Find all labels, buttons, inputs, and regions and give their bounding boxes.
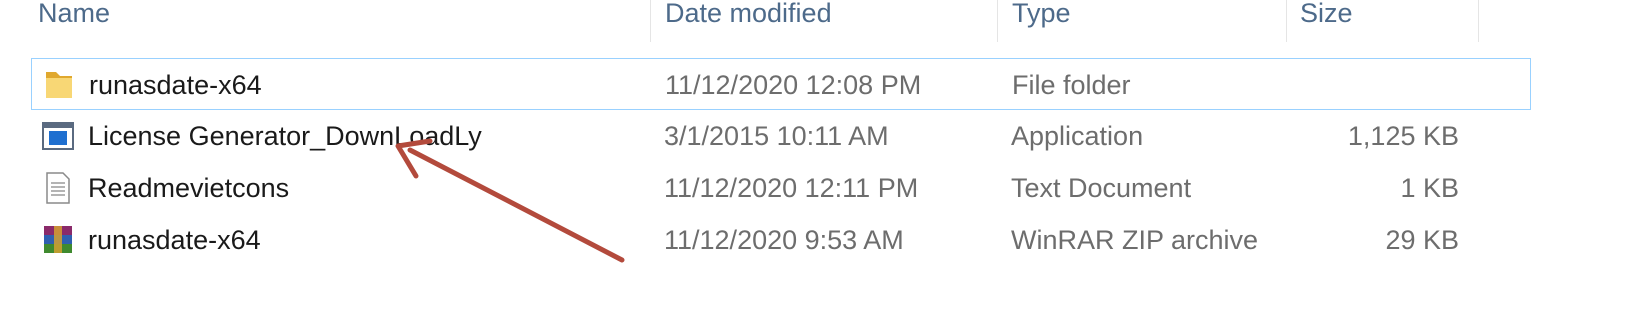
file-row[interactable]: License Generator_DownLoadLy 3/1/2015 10… [31, 110, 1531, 162]
file-type: WinRAR ZIP archive [1011, 225, 1259, 255]
file-size [1258, 59, 1458, 111]
application-icon [42, 122, 74, 150]
file-date-modified: 11/12/2020 9:53 AM [664, 225, 904, 255]
file-name: runasdate-x64 [88, 225, 261, 255]
column-header-bar: Name Date modified Type Size [0, 0, 1540, 42]
file-name: License Generator_DownLoadLy [88, 121, 482, 151]
file-size: 1 KB [1400, 173, 1459, 203]
file-date-modified: 11/12/2020 12:11 PM [664, 173, 919, 203]
file-type: File folder [1012, 70, 1131, 100]
column-header-name[interactable]: Name [38, 0, 110, 30]
file-date-modified: 11/12/2020 12:08 PM [665, 70, 922, 100]
file-row[interactable]: runasdate-x64 11/12/2020 9:53 AM WinRAR … [31, 214, 1531, 266]
column-header-type[interactable]: Type [1012, 0, 1071, 30]
column-divider[interactable] [997, 0, 998, 42]
file-size: 29 KB [1385, 225, 1459, 255]
column-divider[interactable] [1286, 0, 1287, 42]
winrar-archive-icon [44, 226, 72, 253]
file-type: Application [1011, 121, 1144, 151]
column-header-date-modified[interactable]: Date modified [665, 0, 832, 30]
file-date-modified: 3/1/2015 10:11 AM [664, 121, 889, 151]
folder-icon [46, 72, 72, 98]
file-size: 1,125 KB [1347, 121, 1459, 151]
file-name: Readmevietcons [88, 173, 290, 203]
file-row[interactable]: Readmevietcons 11/12/2020 12:11 PM Text … [31, 162, 1531, 214]
column-divider[interactable] [650, 0, 651, 42]
text-document-icon [46, 172, 70, 204]
file-name: runasdate-x64 [89, 70, 262, 100]
column-divider[interactable] [1478, 0, 1479, 42]
file-type: Text Document [1011, 173, 1192, 203]
column-header-size[interactable]: Size [1300, 0, 1353, 30]
file-row[interactable]: runasdate-x64 11/12/2020 12:08 PM File f… [31, 58, 1531, 110]
